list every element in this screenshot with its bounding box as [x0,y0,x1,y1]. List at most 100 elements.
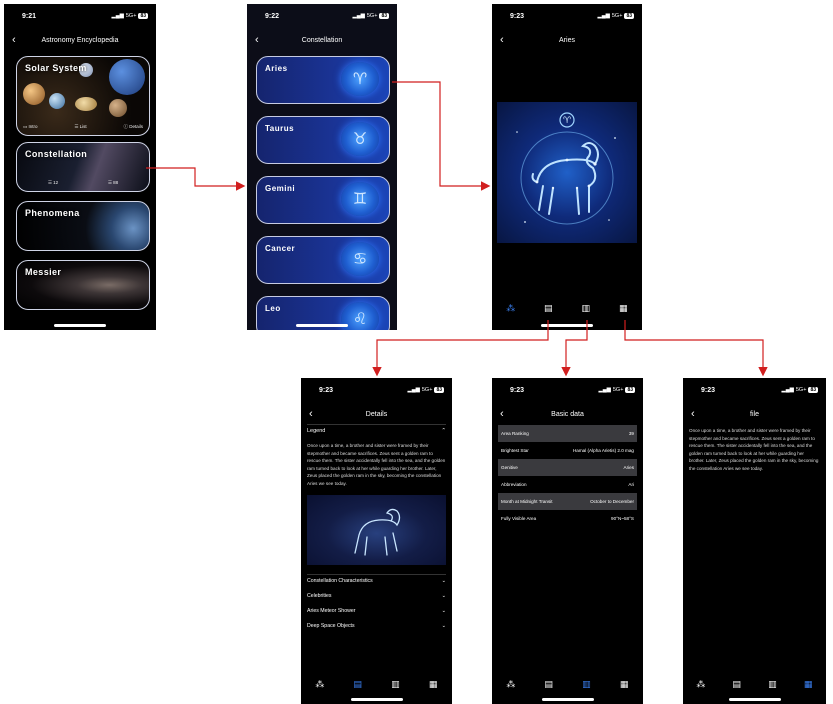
battery-icon: 83 [379,13,389,19]
item-label: Aries [265,64,288,73]
constellation-item-cancer[interactable]: Cancer ♋ [256,236,390,284]
status-time: 9:21 [22,13,37,20]
file-icon: ▦ [428,678,438,689]
status-time: 9:22 [265,13,280,20]
tab-basic-data[interactable]: ▥ [579,677,593,691]
signal-icon: ▂▄▆ [111,13,124,19]
section-deep-space[interactable]: Deep Space Objects ⌄ [307,623,446,629]
divider [307,574,446,575]
signal-icon: ▂▄▆ [597,13,610,19]
legend-image [307,495,446,565]
nav-bar: ‹ Basic data [492,406,643,426]
tab-details[interactable]: ▤ [351,677,365,691]
tab-file[interactable]: ▦ [801,677,815,691]
screen-aries: 9:23 ▂▄▆ 5G+ 83 ‹ Aries ♈ ⁂ ▤ ▥ ▦ [492,4,642,330]
card-label: Phenomena [25,208,80,218]
aries-icon: ♈ [341,62,379,96]
document-icon: ▤ [353,678,362,689]
constellation-item-aries[interactable]: Aries ♈ [256,56,390,104]
card-phenomena[interactable]: Phenomena [16,201,150,251]
card-label: Solar System [25,63,87,73]
tab-star-map[interactable]: ⁂ [504,301,518,315]
card-messier[interactable]: Messier [16,260,150,310]
signal-icon: ▂▄▆ [781,387,794,393]
status-signal: ▂▄▆ 5G+ 83 [598,387,635,393]
planet-image [49,93,65,109]
item-label: Gemini [265,184,296,193]
screen-encyclopedia: 9:21 ▂▄▆ 5G+ 83 ‹ Astronomy Encyclopedia S… [4,4,156,330]
aries-illustration: ♈ [497,102,637,243]
tab-file[interactable]: ▦ [616,301,630,315]
status-bar: 9:21 ▂▄▆ 5G+ 83 [4,4,156,24]
status-bar: 9:22 ▂▄▆ 5G+ 83 [247,4,397,24]
legend-header[interactable]: Legend ⌃ [307,428,446,434]
document-icon: ▤ [543,302,553,313]
home-indicator [296,324,348,327]
item-label: Taurus [265,124,295,133]
tab-star-map[interactable]: ⁂ [504,677,518,691]
battery-icon: 83 [625,387,635,393]
constellation-count-12: ☰ 12 [47,180,59,185]
page-title: Details [365,411,388,418]
star-map-icon: ⁂ [506,302,516,313]
file-text: Once upon a time, a brother and sister w… [689,428,819,471]
card-constellation[interactable]: Constellation ☰ 12 ☰ 88 [16,142,150,192]
screen-basic-data: 9:23 ▂▄▆ 5G+ 83 ‹ Basic data Area Ranking 3… [492,378,643,704]
status-time: 9:23 [510,387,525,394]
tab-details[interactable]: ▤ [730,677,744,691]
tab-basic-data[interactable]: ▥ [765,677,779,691]
tab-bar: ⁂ ▤ ▥ ▦ [492,677,643,691]
nav-bar: ‹ file [683,406,826,426]
home-indicator [350,698,403,701]
constellation-item-taurus[interactable]: Taurus ♉ [256,116,390,164]
home-indicator [54,324,106,327]
planet-image [109,99,127,117]
tab-bar: ⁂ ▤ ▥ ▦ [301,677,452,691]
chart-icon: ▥ [768,678,777,689]
item-label: Cancer [265,244,296,253]
document-icon: ▤ [544,678,553,689]
document-icon: ▤ [732,678,741,689]
chevron-up-icon: ⌃ [441,428,446,434]
battery-icon: 83 [434,387,444,393]
table-row: Fully Visible Area 90°N~58°S [501,516,634,521]
chevron-down-icon: ⌄ [441,578,446,584]
nav-bar: ‹ Astronomy Encyclopedia [4,32,156,52]
battery-icon: 83 [138,13,148,19]
section-characteristics[interactable]: Constellation Characteristics ⌄ [307,578,446,584]
tab-file[interactable]: ▦ [426,677,440,691]
status-time: 9:23 [701,387,716,394]
status-time: 9:23 [319,387,334,394]
nav-bar: ‹ Constellation [247,32,397,52]
list-stat[interactable]: ☰ List [74,124,86,130]
status-bar: 9:23 ▂▄▆ 5G+ 83 [492,4,642,24]
details-stat[interactable]: ⓘ Details [123,124,143,130]
divider [307,424,446,425]
chart-icon: ▥ [581,302,590,313]
tab-details[interactable]: ▤ [541,301,555,315]
battery-icon: 83 [808,387,818,393]
card-solar-system[interactable]: Solar System ▭ Intro ☰ List ⓘ Details [16,56,150,136]
tab-star-map[interactable]: ⁂ [694,677,708,691]
ram-constellation-icon: ♈ [516,112,616,225]
tab-basic-data[interactable]: ▥ [388,677,402,691]
tab-star-map[interactable]: ⁂ [313,677,327,691]
status-signal: ▂▄▆ 5G+ 83 [111,13,148,19]
screen-details: 9:23 ▂▄▆ 5G+ 83 ‹ Details Legend ⌃ Once up… [301,378,452,704]
battery-icon: 83 [624,13,634,19]
status-signal: ▂▄▆ 5G+ 83 [597,13,634,19]
signal-icon: ▂▄▆ [598,387,611,393]
arrow-aries-to-file [624,320,768,377]
status-time: 9:23 [510,13,525,20]
tab-details[interactable]: ▤ [542,677,556,691]
chart-icon: ▥ [582,678,591,689]
arrow-constellation-to-aries [392,81,491,191]
home-indicator [541,698,594,701]
section-meteor-shower[interactable]: Aries Meteor Shower ⌄ [307,608,446,614]
star-map-icon: ⁂ [696,678,706,689]
tab-file[interactable]: ▦ [617,677,631,691]
tab-basic-data[interactable]: ▥ [579,301,593,315]
section-celebrities[interactable]: Celebrities ⌄ [307,593,446,599]
intro-stat[interactable]: ▭ Intro [23,124,38,130]
constellation-item-gemini[interactable]: Gemini ♊ [256,176,390,224]
